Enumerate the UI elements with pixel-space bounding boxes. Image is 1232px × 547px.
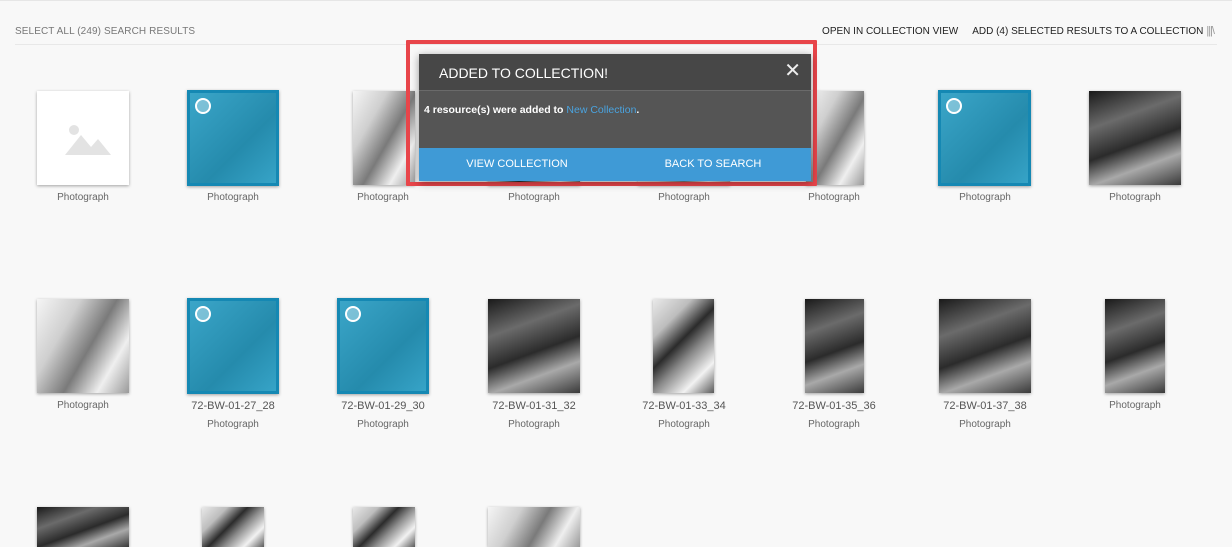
thumbnail-photo[interactable]	[653, 299, 714, 393]
add-selected-to-collection-link[interactable]: ADD (4) SELECTED RESULTS TO A COLLECTION…	[972, 25, 1215, 37]
thumbnail-photo[interactable]	[1105, 299, 1165, 393]
thumbnail-selected[interactable]	[337, 298, 429, 394]
thumbnail-photo[interactable]	[488, 507, 580, 547]
results-toolbar: SELECT ALL (249) SEARCH RESULTS OPEN IN …	[0, 0, 1232, 45]
result-type: Photograph	[1109, 400, 1161, 411]
dialog-message-suffix: .	[636, 104, 640, 116]
result-title[interactable]: 72-BW-01-33_34	[609, 400, 759, 412]
back-to-search-button[interactable]: BACK TO SEARCH	[615, 148, 811, 181]
result-type: Photograph	[207, 419, 259, 430]
result-type: Photograph	[357, 192, 409, 203]
close-icon[interactable]: ✕	[784, 61, 801, 81]
result-type: Photograph	[57, 192, 109, 203]
result-type: Photograph	[658, 192, 710, 203]
thumbnail-placeholder[interactable]	[37, 91, 129, 185]
result-type: Photograph	[808, 192, 860, 203]
thumbnail-selected[interactable]	[187, 298, 279, 394]
result-type: Photograph	[658, 419, 710, 430]
thumbnail-photo[interactable]	[488, 299, 580, 393]
result-title[interactable]: 72-BW-01-27_28	[158, 400, 308, 412]
add-selected-label: ADD (4) SELECTED RESULTS TO A COLLECTION	[972, 26, 1204, 37]
result-type: Photograph	[808, 419, 860, 430]
selected-radio-icon[interactable]	[195, 306, 211, 322]
result-title[interactable]: 72-BW-01-29_30	[308, 400, 458, 412]
result-type: Photograph	[508, 192, 560, 203]
thumbnail-selected[interactable]	[938, 90, 1031, 186]
selected-radio-icon[interactable]	[195, 98, 211, 114]
dialog-message-text: 4 resource(s) were added to	[424, 104, 567, 116]
thumbnail-photo[interactable]	[939, 299, 1031, 393]
collection-link[interactable]: New Collection	[566, 104, 636, 116]
open-collection-view-link[interactable]: OPEN IN COLLECTION VIEW	[822, 26, 958, 37]
result-type: Photograph	[959, 192, 1011, 203]
result-type: Photograph	[207, 192, 259, 203]
image-placeholder-icon	[65, 125, 111, 155]
view-collection-button[interactable]: VIEW COLLECTION	[419, 148, 615, 181]
thumbnail-selected[interactable]	[187, 90, 279, 186]
thumbnail-photo[interactable]	[805, 299, 864, 393]
thumbnail-photo[interactable]	[353, 507, 415, 547]
dialog-header: ADDED TO COLLECTION! ✕	[419, 54, 811, 91]
library-icon: |||\	[1206, 25, 1215, 37]
top-actions: OPEN IN COLLECTION VIEW ADD (4) SELECTED…	[822, 25, 1215, 37]
thumbnail-photo[interactable]	[37, 299, 129, 393]
thumbnail-photo[interactable]	[1089, 91, 1181, 185]
result-type: Photograph	[508, 419, 560, 430]
dialog-title: ADDED TO COLLECTION!	[439, 65, 609, 81]
result-title[interactable]: 72-BW-01-35_36	[759, 400, 909, 412]
thumbnail-photo[interactable]	[202, 507, 264, 547]
added-to-collection-dialog: ADDED TO COLLECTION! ✕ 4 resource(s) wer…	[419, 54, 811, 181]
result-type: Photograph	[357, 419, 409, 430]
selected-radio-icon[interactable]	[345, 306, 361, 322]
selected-radio-icon[interactable]	[946, 98, 962, 114]
dialog-message: 4 resource(s) were added to New Collecti…	[424, 104, 639, 116]
result-type: Photograph	[1109, 192, 1161, 203]
result-title[interactable]: 72-BW-01-37_38	[910, 400, 1060, 412]
thumbnail-photo[interactable]	[37, 507, 129, 547]
result-title[interactable]: 72-BW-01-31_32	[459, 400, 609, 412]
result-type: Photograph	[57, 400, 109, 411]
result-type: Photograph	[959, 419, 1011, 430]
select-all-link[interactable]: SELECT ALL (249) SEARCH RESULTS	[15, 26, 195, 37]
